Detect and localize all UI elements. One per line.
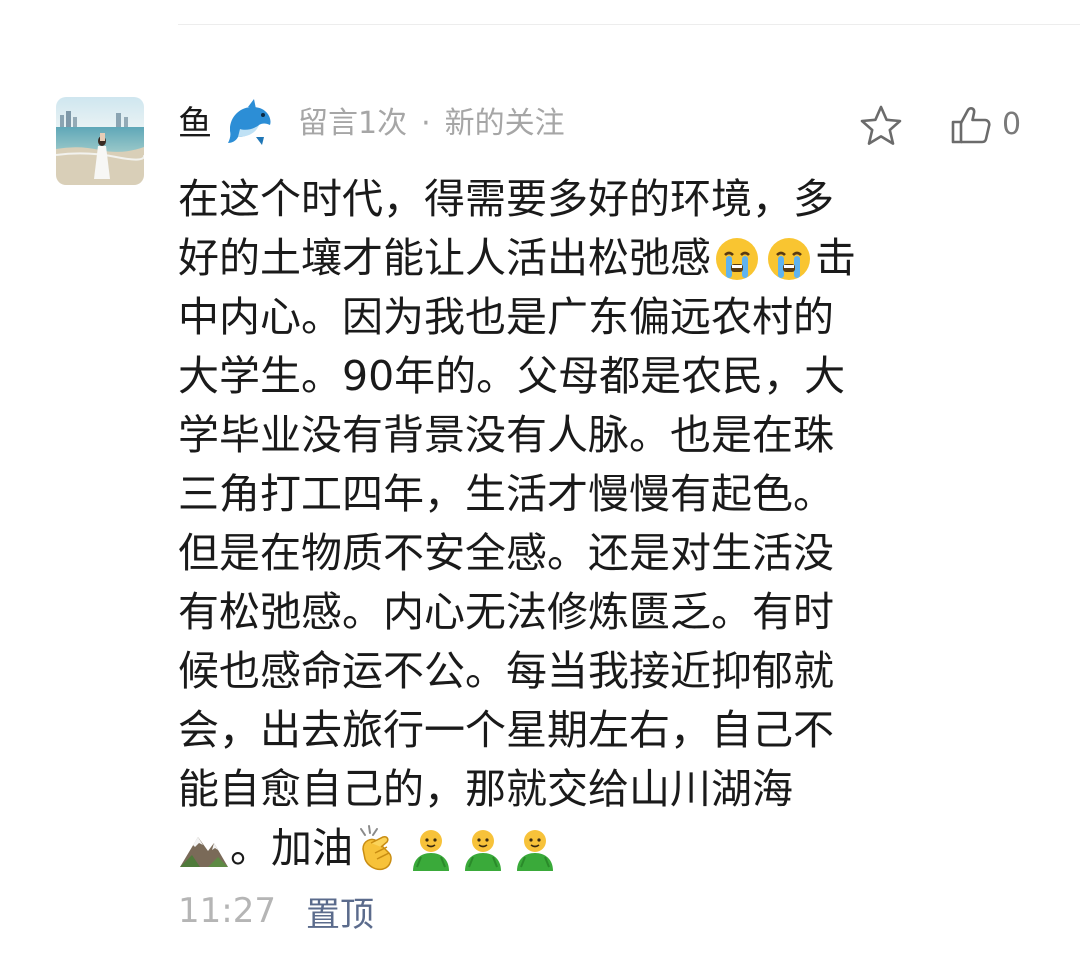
crying-face-icon	[711, 233, 763, 285]
content-line: 好的土壤才能让人活出松弛感 击	[178, 229, 918, 288]
content-line: 但是在物质不安全感。还是对生活没	[178, 529, 834, 577]
dolphin-icon	[226, 97, 274, 147]
crying-face-icon	[763, 233, 815, 285]
content-text: 好的土壤才能让人活出松弛感	[178, 234, 711, 282]
content-text: 。加油	[230, 824, 353, 872]
pin-button[interactable]: 置顶	[306, 887, 374, 936]
like-count: 0	[1002, 107, 1022, 142]
person-icon	[457, 823, 509, 875]
message-count: 留言1次	[298, 106, 408, 141]
thumbs-up-icon	[951, 107, 991, 144]
content-line: 大学生。90年的。父母都是农民，大	[178, 352, 846, 400]
content-line: 候也感命运不公。每当我接近抑郁就	[178, 647, 834, 695]
clapping-hands-icon	[353, 823, 405, 875]
content-line: 有松弛感。内心无法修炼匮乏。有时	[178, 588, 834, 636]
star-icon	[860, 105, 902, 145]
person-icon	[509, 823, 561, 875]
meta-separator: ·	[421, 106, 431, 141]
mountain-icon	[178, 823, 230, 875]
content-line: 学毕业没有背景没有人脉。也是在珠	[178, 411, 834, 459]
content-line: 会，出去旅行一个星期左右，自己不	[178, 706, 834, 754]
content-line: 能自愈自己的，那就交给山川湖海	[178, 765, 793, 813]
comment-meta: 留言1次 · 新的关注	[298, 100, 565, 148]
comment-footer: 11:27 置顶	[178, 885, 374, 937]
content-line: 中内心。因为我也是广东偏远农村的	[178, 293, 834, 341]
follow-status: 新的关注	[444, 106, 565, 141]
comment-page: 鱼 留言1次 · 新的关注 0 在这个时代，得需要多好的环境，多 好的土壤才能让人活…	[0, 0, 1080, 959]
content-line: 在这个时代，得需要多好的环境，多	[178, 175, 834, 223]
star-button[interactable]	[858, 103, 904, 149]
content-line: 。加油	[178, 819, 918, 878]
content-text: 击	[815, 234, 856, 282]
author-name[interactable]: 鱼	[178, 98, 212, 150]
like-button[interactable]: 0	[948, 100, 1021, 150]
comment-content: 在这个时代，得需要多好的环境，多 好的土壤才能让人活出松弛感 击 中内心。因为我…	[178, 170, 918, 878]
content-line: 三角打工四年，生活才慢慢有起色。	[178, 470, 834, 518]
divider	[178, 24, 1080, 25]
comment-time: 11:27	[178, 891, 276, 931]
person-icon	[405, 823, 457, 875]
avatar[interactable]	[56, 97, 144, 185]
